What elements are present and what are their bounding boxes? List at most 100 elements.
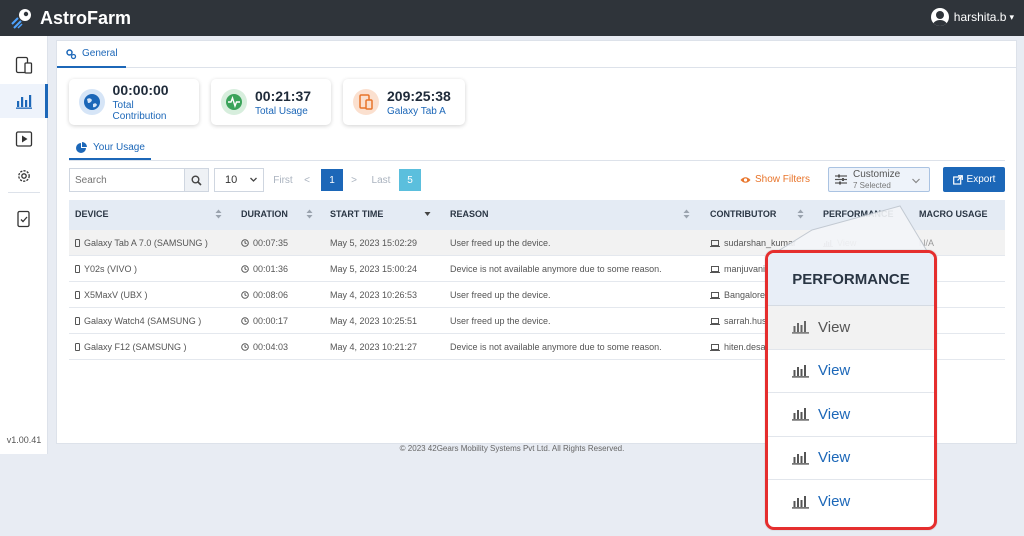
cell-device: Galaxy F12 (SAMSUNG ) (75, 342, 187, 352)
bar-chart-icon (823, 240, 833, 247)
column-header-performance: PERFORMANCE (823, 209, 894, 219)
sidebar: v1.00.41 (0, 36, 48, 454)
bar-chart-icon (16, 95, 32, 109)
column-header-contributor[interactable]: CONTRIBUTOR (710, 209, 776, 219)
top-bar: AstroFarm harshita.b ▾ (0, 0, 1024, 36)
pagination-prev[interactable]: < (300, 169, 314, 191)
table-header: DEVICE DURATION START TIME REASON CONTRI… (69, 200, 1005, 230)
sort-icon[interactable] (215, 209, 222, 219)
chevron-down-icon: ▾ (1009, 11, 1014, 22)
view-label: View (818, 449, 851, 467)
column-header-start-time[interactable]: START TIME (330, 209, 383, 219)
avatar-icon (930, 8, 949, 26)
contributor-name: manjuvani.l (724, 264, 770, 274)
device-name: Y02s (VIVO ) (84, 264, 138, 274)
phone-icon (75, 317, 80, 325)
popup-view-link[interactable]: View (768, 437, 934, 480)
pie-chart-icon (75, 141, 87, 154)
view-label: View (818, 493, 851, 511)
cell-duration: 00:04:03 (241, 342, 288, 352)
clock-icon (241, 343, 249, 351)
pagination-current[interactable]: 1 (321, 169, 343, 191)
view-label: View (837, 238, 857, 248)
globe-icon (79, 89, 105, 115)
cell-contributor: sarrah.husa (710, 316, 772, 326)
device-name: Galaxy Watch4 (SAMSUNG ) (84, 316, 202, 326)
stat-label: Galaxy Tab A (387, 105, 446, 117)
customize-columns-select[interactable]: Customize 7 Selected (828, 167, 930, 192)
sidebar-item-media[interactable] (0, 122, 48, 156)
app-logo[interactable]: AstroFarm (10, 6, 131, 30)
sort-icon[interactable] (683, 209, 690, 219)
cell-reason: Device is not available anymore due to s… (450, 264, 662, 274)
column-header-duration[interactable]: DURATION (241, 209, 288, 219)
stat-label: Total Contribution (112, 100, 167, 122)
duration-value: 00:07:35 (253, 238, 289, 248)
cell-duration: 00:08:06 (241, 290, 288, 300)
duration-value: 00:01:36 (253, 264, 289, 274)
search-input[interactable] (70, 169, 184, 191)
pagination-first[interactable]: First (270, 169, 296, 191)
show-filters-button[interactable]: Show Filters (740, 174, 810, 185)
popup-view-link[interactable]: View (768, 306, 934, 350)
popup-view-link[interactable]: View (768, 393, 934, 437)
gear-icon (18, 170, 30, 182)
tab-general-label: General (82, 48, 118, 59)
performance-zoom-popup: PERFORMANCE View View View View View (765, 250, 937, 530)
pagination-last-page[interactable]: 5 (399, 169, 421, 191)
column-header-device[interactable]: DEVICE (75, 209, 109, 219)
cell-device: X5MaxV (UBX ) (75, 290, 148, 300)
sidebar-item-devices[interactable] (0, 48, 48, 82)
column-header-reason[interactable]: REASON (450, 209, 489, 219)
sidebar-divider (8, 192, 40, 193)
stat-value: 00:00:00 (112, 82, 169, 98)
sidebar-item-tasks[interactable] (0, 202, 48, 236)
phone-icon (75, 239, 80, 247)
sort-icon[interactable] (306, 209, 313, 219)
clock-icon (241, 317, 249, 325)
stat-total-contribution: 00:00:00 Total Contribution (69, 79, 199, 125)
search-icon (191, 175, 202, 186)
popup-view-link[interactable]: View (768, 480, 934, 524)
pagination-last[interactable]: Last (369, 169, 393, 191)
cell-start-time: May 5, 2023 15:00:24 (330, 264, 418, 274)
search-box (69, 168, 209, 192)
tab-divider (69, 160, 1005, 161)
pagination-next[interactable]: > (347, 169, 361, 191)
sidebar-item-settings[interactable] (0, 159, 48, 193)
popup-view-link[interactable]: View (768, 350, 934, 393)
laptop-icon (710, 266, 720, 273)
stat-label: Total Usage (255, 105, 308, 117)
user-menu[interactable]: harshita.b ▾ (930, 8, 1014, 26)
cell-macro-usage: N/A (919, 238, 935, 248)
user-name: harshita.b (953, 10, 1007, 24)
view-label: View (818, 362, 851, 380)
device-name: X5MaxV (UBX ) (84, 290, 148, 300)
export-button[interactable]: Export (943, 167, 1005, 192)
stat-value: 00:21:37 (255, 87, 312, 104)
duration-value: 00:00:17 (253, 316, 289, 326)
sort-icon[interactable] (797, 209, 804, 219)
search-button[interactable] (184, 169, 208, 191)
device-icon (353, 89, 379, 115)
tab-your-usage[interactable]: Your Usage (69, 137, 151, 160)
cell-contributor: manjuvani.l (710, 264, 770, 274)
show-filters-label: Show Filters (755, 174, 811, 185)
performance-view-link[interactable]: View (823, 238, 856, 248)
popup-title: PERFORMANCE (768, 253, 934, 306)
sort-desc-icon[interactable] (424, 209, 431, 219)
rocket-logo-icon (11, 9, 31, 29)
checklist-icon (17, 210, 30, 228)
cell-start-time: May 4, 2023 10:26:53 (330, 290, 418, 300)
laptop-icon (710, 344, 720, 351)
tab-general[interactable]: General (57, 41, 126, 68)
cell-duration: 00:07:35 (241, 238, 288, 248)
sidebar-item-usage[interactable] (0, 84, 48, 118)
customize-label: Customize (853, 169, 901, 180)
page-size-select[interactable]: 10 (214, 168, 264, 192)
pulse-icon (221, 89, 247, 115)
stat-total-usage: 00:21:37 Total Usage (211, 79, 331, 125)
chevron-down-icon (912, 178, 920, 184)
sliders-icon (835, 174, 847, 185)
cell-start-time: May 5, 2023 15:02:29 (330, 238, 418, 248)
